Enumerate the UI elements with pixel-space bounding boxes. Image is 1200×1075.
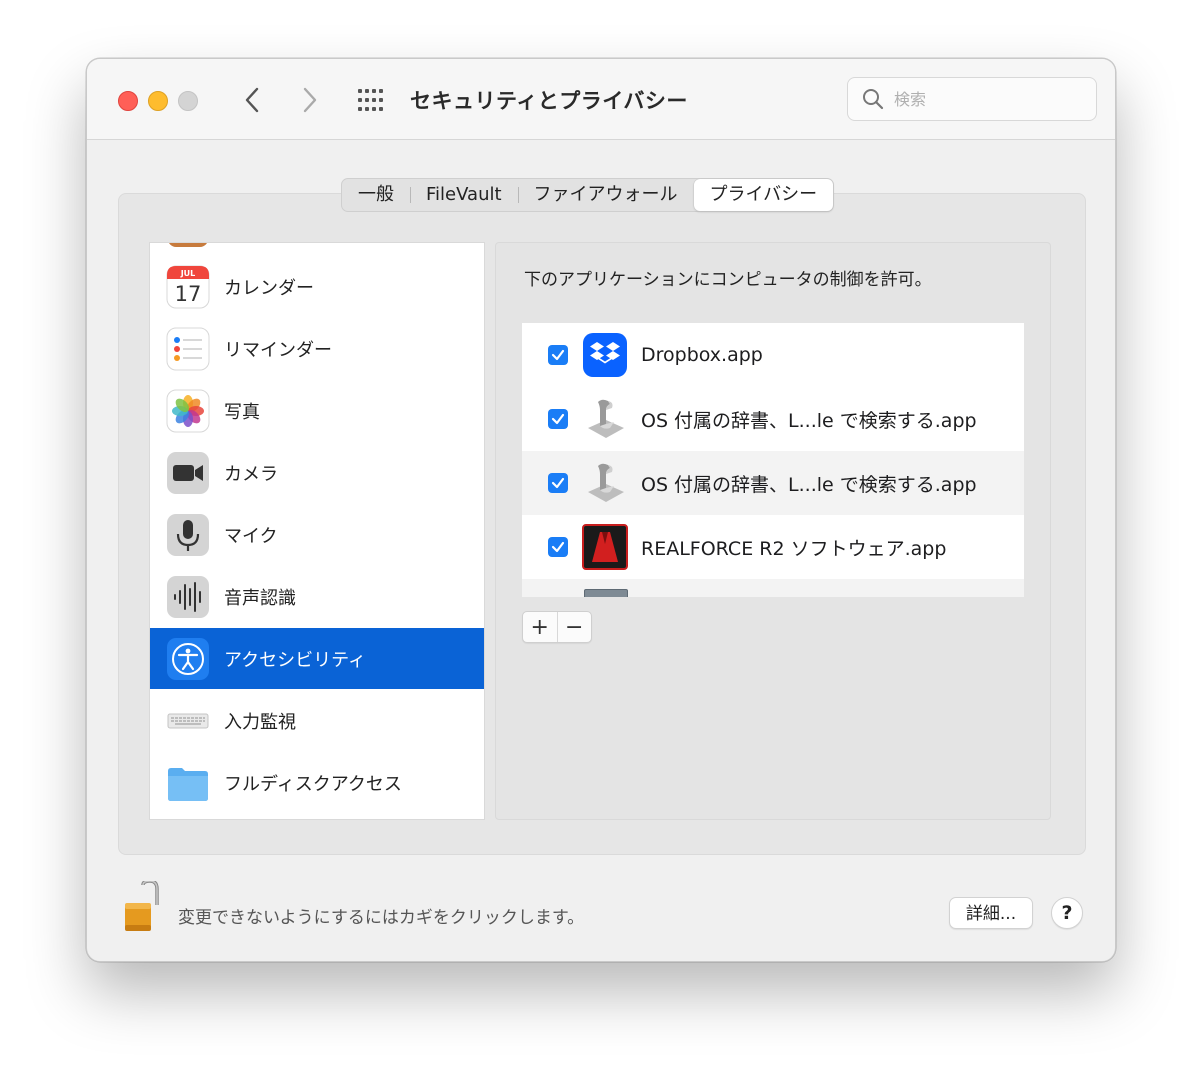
automator-script-icon (588, 463, 624, 502)
zoom-button[interactable] (178, 91, 198, 111)
chevron-right-icon (303, 87, 317, 113)
sidebar-item-accessibility[interactable]: アクセシビリティ (150, 628, 484, 689)
tab-firewall[interactable]: ファイアウォール (517, 179, 694, 211)
sidebar-item-full-disk-access[interactable]: フルディスクアクセス (150, 752, 484, 813)
sidebar-item-speech-recognition[interactable]: 音声認識 (150, 566, 484, 627)
folder-icon (168, 767, 208, 801)
search-icon (863, 89, 884, 110)
lock-instruction-text: 変更できないようにするにはカギをクリックします。 (178, 908, 585, 928)
search-field[interactable] (847, 77, 1097, 121)
sidebar-item-reminders[interactable]: リマインダー (150, 318, 484, 379)
close-button[interactable] (118, 91, 138, 111)
calendar-day: 17 (175, 282, 202, 306)
keyboard-icon (167, 713, 209, 728)
realforce-icon (582, 524, 628, 570)
minimize-button[interactable] (148, 91, 168, 111)
sidebar-item-label: フルディスクアクセス (224, 773, 402, 795)
forward-button[interactable] (295, 83, 325, 117)
sidebar-item-label: マイク (224, 525, 278, 547)
partial-app-icon (584, 589, 628, 597)
tab-bar: 一般 FileVault ファイアウォール プライバシー (341, 178, 835, 212)
calendar-month: JUL (180, 269, 196, 278)
photos-icon (166, 389, 210, 432)
app-checkbox[interactable] (548, 473, 568, 493)
titlebar: セキュリティとプライバシー (87, 59, 1115, 140)
app-name: Dropbox.app (641, 344, 763, 366)
privacy-category-list[interactable]: JUL 17 カレンダー リマインダー 写真 カメラ マイク 音声認識 アクセシ… (149, 242, 485, 820)
back-button[interactable] (237, 83, 267, 117)
sidebar-item-input-monitoring[interactable]: 入力監視 (150, 690, 484, 751)
tab-general[interactable]: 一般 (342, 179, 410, 211)
details-button[interactable]: 詳細... (949, 897, 1033, 929)
sidebar-item-label: カレンダー (224, 277, 314, 299)
tab-privacy[interactable]: プライバシー (693, 179, 834, 211)
checkmark-icon (551, 349, 565, 361)
remove-app-button[interactable]: − (556, 612, 592, 642)
calendar-icon: JUL 17 (166, 265, 210, 308)
accessibility-icon (167, 637, 209, 680)
sidebar-item-label: 音声認識 (224, 587, 296, 609)
chevron-left-icon (245, 87, 259, 113)
dropbox-icon (583, 333, 627, 377)
add-app-button[interactable]: + (523, 612, 557, 642)
partial-list-icon (168, 243, 208, 247)
camera-icon (167, 451, 209, 494)
app-row-realforce[interactable]: REALFORCE R2 ソフトウェア.app (522, 515, 1024, 579)
app-row-dictionary-1[interactable]: OS 付属の辞書、L...le で検索する.app (522, 387, 1024, 451)
sidebar-item-label: 入力監視 (224, 711, 296, 733)
automator-script-icon (588, 399, 624, 438)
help-button[interactable]: ? (1051, 897, 1083, 929)
accessibility-pane: 下のアプリケーションにコンピュータの制御を許可。 Dropbox.app OS … (495, 242, 1051, 820)
sidebar-item-label: アクセシビリティ (224, 649, 367, 671)
checkmark-icon (551, 541, 565, 553)
speech-recognition-icon (167, 575, 209, 618)
microphone-icon (167, 513, 209, 556)
pane-description: 下のアプリケーションにコンピュータの制御を許可。 (524, 270, 932, 290)
sidebar-item-label: 写真 (224, 401, 260, 423)
add-remove-control: + − (522, 611, 592, 643)
app-checkbox[interactable] (548, 537, 568, 557)
sidebar-item-label: カメラ (224, 463, 278, 485)
preferences-window: セキュリティとプライバシー 一般 FileVault ファイアウォール プライバ… (86, 58, 1116, 962)
window-title: セキュリティとプライバシー (410, 89, 688, 113)
checkmark-icon (551, 413, 565, 425)
checkmark-icon (551, 477, 565, 489)
app-row-dropbox[interactable]: Dropbox.app (522, 323, 1024, 387)
sidebar-item-calendar[interactable]: JUL 17 カレンダー (150, 256, 484, 317)
app-name: OS 付属の辞書、L...le で検索する.app (641, 473, 977, 496)
grid-icon (358, 89, 383, 111)
app-name: OS 付属の辞書、L...le で検索する.app (641, 409, 977, 432)
show-all-grid-button[interactable] (357, 87, 387, 113)
app-row-partial[interactable] (522, 579, 1024, 597)
sidebar-item-microphone[interactable]: マイク (150, 504, 484, 565)
app-checkbox[interactable] (548, 345, 568, 365)
app-checkbox[interactable] (548, 409, 568, 429)
reminders-icon (166, 327, 210, 370)
sidebar-item-camera[interactable]: カメラ (150, 442, 484, 503)
sidebar-item-photos[interactable]: 写真 (150, 380, 484, 441)
tab-filevault[interactable]: FileVault (410, 179, 518, 211)
app-name: REALFORCE R2 ソフトウェア.app (641, 537, 947, 560)
unlocked-padlock-icon[interactable] (123, 881, 163, 933)
search-input[interactable] (892, 86, 1086, 112)
app-row-dictionary-2[interactable]: OS 付属の辞書、L...le で検索する.app (522, 451, 1024, 515)
app-list[interactable]: Dropbox.app OS 付属の辞書、L...le で検索する.app OS… (522, 323, 1024, 597)
sidebar-item-label: リマインダー (224, 339, 332, 361)
